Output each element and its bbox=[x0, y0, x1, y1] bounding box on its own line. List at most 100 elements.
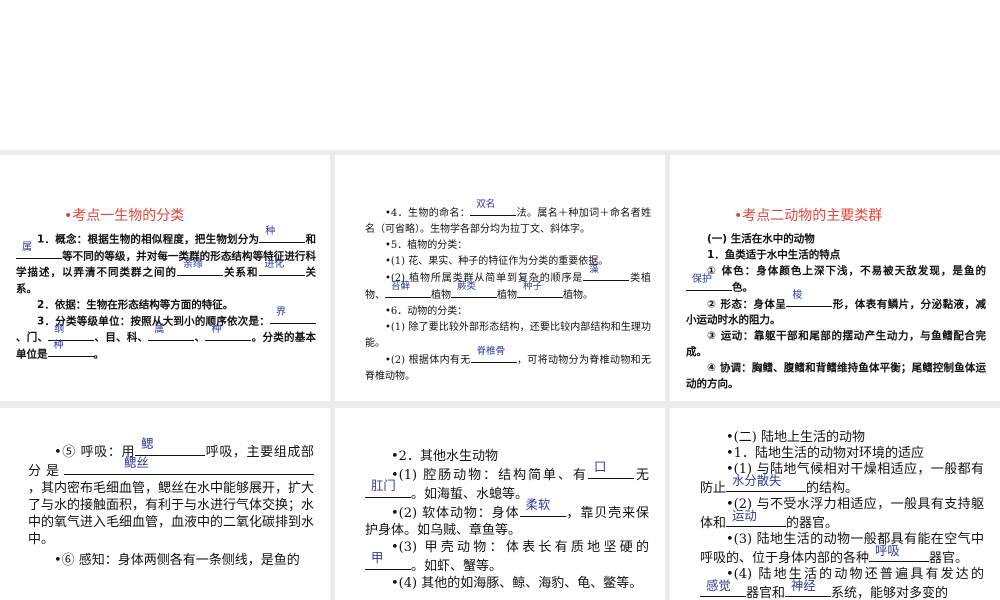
text-segment: •(2) 植物所属类群从简单到复杂的顺序是 bbox=[385, 273, 584, 284]
answer: 种 bbox=[53, 340, 64, 351]
color-item: ① 体色：身体颜色上深下浅，不易被天敌发现，是鱼的 保护 色。 bbox=[686, 263, 986, 296]
slide-animal-groups: •考点二动物的主要类群 (一) 生活在水中的动物 1．鱼类适于水中生活的特点 ①… bbox=[670, 155, 1000, 401]
crustacean-item: •(3) 甲壳动物：体表长有质地坚硬的甲。如虾、蟹等。 bbox=[365, 539, 649, 575]
answer-blank: 亲缘 bbox=[177, 259, 223, 276]
answer-blank: 甲 bbox=[365, 551, 411, 570]
answer-blank: 种子 bbox=[517, 281, 563, 298]
answer: 种子 bbox=[523, 281, 543, 292]
text-segment: 、门、 bbox=[16, 331, 49, 344]
answer-blank: 感觉 bbox=[700, 579, 746, 597]
answer: 进化 bbox=[264, 258, 285, 270]
text-segment: 。如虾、蟹等。 bbox=[411, 559, 503, 574]
text-segment: 的结构。 bbox=[806, 481, 859, 496]
answer: 柔软 bbox=[525, 498, 551, 512]
answer: 双名 bbox=[476, 199, 496, 210]
answer-blank: 口 bbox=[588, 460, 634, 479]
answer: 鳃丝 bbox=[124, 456, 149, 470]
section-heading: (一) 生活在水中的动物 bbox=[707, 233, 815, 245]
slide-fish-breathing: •⑤ 呼吸：用鳃呼吸，主要组成部分是 鳃丝 ，其内密布毛细血管，鳃丝在水中能够展开，… bbox=[0, 408, 330, 600]
adapt-item-3: •(3) 陆地生活的动物一般都具有能在空气中呼吸的、位于身体内部的各种 呼吸 器官。 bbox=[700, 532, 984, 567]
answer: 梭 bbox=[792, 290, 803, 301]
others-item: •(4) 其他的如海豚、鲸、海豹、龟、鳖等。 bbox=[391, 576, 643, 591]
section-heading: •(二) 陆地上生活的动物 bbox=[726, 430, 865, 445]
text-segment: 无 bbox=[634, 468, 649, 483]
answer: 甲 bbox=[371, 551, 384, 565]
text-segment: •(4) 陆地生活的动物还普遍具有发达的 bbox=[726, 567, 984, 582]
answer: 口 bbox=[594, 460, 607, 474]
answer-blank: 梭 bbox=[786, 290, 833, 307]
naming-paragraph: •4．生物的命名： 双名 法。属名＋种加词＋命名者姓名（可省略）。生物学各部分均为拉… bbox=[365, 199, 651, 238]
text-segment: 。如海蜇、水螅等。 bbox=[411, 487, 529, 502]
answer-blank: 进化 bbox=[258, 259, 305, 276]
answer-blank: 神经 bbox=[785, 579, 832, 597]
text-segment: 的器官。 bbox=[786, 516, 839, 531]
adapt-item-2: •(2) 与不受水浮力相适应，一般具有支持躯体和 运动 的器官。 bbox=[700, 497, 984, 532]
slide-land-animals: •(二) 陆地上生活的动物 •1．陆地生活的动物对环境的适应 •(1) 与陆地气… bbox=[670, 408, 1000, 600]
text-segment: 器官和 bbox=[746, 586, 786, 600]
answer-blank: 藻 bbox=[583, 264, 630, 281]
answer: 蕨类 bbox=[457, 281, 477, 292]
text-segment: 系统，能够对多变的 bbox=[831, 586, 949, 600]
answer: 亲缘 bbox=[183, 258, 203, 270]
answer-blank: 呼吸 bbox=[869, 544, 930, 562]
answer: 神经 bbox=[791, 579, 816, 593]
text-segment: •(1) 腔肠动物：结构简单、有 bbox=[391, 468, 588, 483]
text-segment: 和 bbox=[305, 233, 317, 246]
text-segment: •(3) 甲壳动物：体表长有质地坚硬的 bbox=[391, 540, 649, 555]
answer-blank: 苔藓 bbox=[385, 281, 431, 298]
movement-item: ③ 运动：靠躯干部和尾部的摆动产生动力，与鱼鳍配合完成。 bbox=[686, 330, 986, 358]
text-segment: 植物 bbox=[431, 290, 451, 301]
answer: 感觉 bbox=[706, 579, 731, 593]
text-segment: 关系和 bbox=[223, 266, 259, 279]
animal-heading: •6．动物的分类： bbox=[385, 306, 468, 317]
plant-item-2: •(2) 植物所属类群从简单到复杂的顺序是藻类植物、 苔藓 植物 蕨类 植物 种子 植物。 bbox=[365, 264, 651, 304]
answer: 属 bbox=[154, 323, 165, 335]
mollusc-item: •(2) 软体动物：身体 柔软 ，靠贝壳来保护身体。如乌贼、章鱼等。 bbox=[365, 498, 649, 539]
answer: 界 bbox=[276, 307, 286, 318]
answer-blank: 双名 bbox=[470, 199, 517, 216]
answer-blank: 柔软 bbox=[519, 498, 566, 517]
text-segment: 器官。 bbox=[929, 551, 969, 566]
answer: 鳃 bbox=[141, 437, 154, 451]
concept-paragraph: 1．概念：根据生物的相似程度，把生物划分为种和属等不同的等级，并对每一类群的形态… bbox=[16, 226, 317, 297]
slide-title: •考点一生物的分类 bbox=[64, 208, 185, 224]
plant-item-1: •(1) 花、果实、种子的特征作为分类的重要依据。 bbox=[385, 256, 609, 267]
answer: 肛门 bbox=[371, 479, 396, 493]
plant-heading: •5．植物的分类： bbox=[385, 240, 468, 251]
text-segment: ② 形态：身体呈 bbox=[707, 298, 787, 310]
text-segment: 、 bbox=[194, 331, 206, 344]
text-segment: 植物。 bbox=[563, 290, 593, 301]
answer: 藻 bbox=[589, 264, 599, 275]
slide-title: •考点二动物的主要类群 bbox=[734, 208, 883, 224]
answer: 种 bbox=[265, 225, 276, 237]
answer-blank: 种 bbox=[259, 226, 306, 243]
answer: 水分散失 bbox=[732, 474, 782, 488]
text-segment: ① 体色：身体颜色上深下浅，不易被天敌发现，是鱼的 bbox=[707, 265, 986, 277]
rank-paragraph: 3．分类等级单位：按照从大到小的顺序依次是：界、门、纲、目、科、属、种。分类的基… bbox=[16, 307, 316, 363]
text-segment: •(2) 软体动物：身体 bbox=[391, 506, 520, 521]
basis-paragraph: 2．依据：生物在形态结构等方面的特征。 bbox=[37, 298, 234, 311]
answer: 种 bbox=[211, 323, 222, 335]
answer-blank: 种 bbox=[205, 324, 252, 341]
text-segment: 。 bbox=[93, 348, 105, 360]
adapt-item-1: •(1) 与陆地气候相对干燥相适应，一般都有防止 水分散失 的结构。 bbox=[700, 462, 984, 497]
answer-blank: 蕨类 bbox=[451, 281, 497, 298]
animal-item-2: •(2) 根据体内有无 脊椎骨 ，可将动物分为脊椎动物和无脊椎动物。 bbox=[365, 346, 651, 385]
answer-blank: 界 bbox=[270, 307, 316, 324]
answer-blank: 鳃丝 bbox=[64, 456, 314, 475]
answer: 苔藓 bbox=[391, 281, 411, 292]
answer-blank: 运动 bbox=[726, 509, 787, 527]
sensing-item: •⑥ 感知：身体两侧各有一条侧线，是鱼的 bbox=[54, 553, 300, 568]
text-segment: 1．概念：根据生物的相似程度，把生物划分为 bbox=[37, 233, 260, 246]
slide-other-aquatic: •2．其他水生动物 •(1) 腔肠动物：结构简单、有口无肛门 。如海蜇、水螅等。 … bbox=[335, 408, 665, 600]
answer: 保护 bbox=[692, 273, 712, 285]
slide-classification: •考点一生物的分类 1．概念：根据生物的相似程度，把生物划分为种和属等不同的等级… bbox=[0, 155, 330, 401]
answer-blank: 水分散失 bbox=[726, 474, 807, 492]
breathing-item: •⑤ 呼吸：用鳃呼吸，主要组成部分是 鳃丝 ，其内密布毛细血管，鳃丝在水中能够展开，… bbox=[28, 437, 314, 548]
text-segment: •4．生物的命名： bbox=[385, 208, 471, 219]
slide-naming: •4．生物的命名： 双名 法。属名＋种加词＋命名者姓名（可省略）。生物学各部分均为拉… bbox=[335, 155, 665, 401]
answer-blank: 鳃 bbox=[135, 437, 206, 456]
animal-item-1: •(1) 除了要比较外部形态结构，还要比较内部结构和生理功能。 bbox=[365, 322, 651, 349]
adapt-item-4: •(4) 陆地生活的动物还普遍具有发达的 感觉器官和 神经系统，能够对多变的 bbox=[700, 567, 984, 600]
shape-item: ② 形态：身体呈梭形，体表有鳞片，分泌黏液，减小运动时水的阻力。 bbox=[686, 290, 986, 329]
